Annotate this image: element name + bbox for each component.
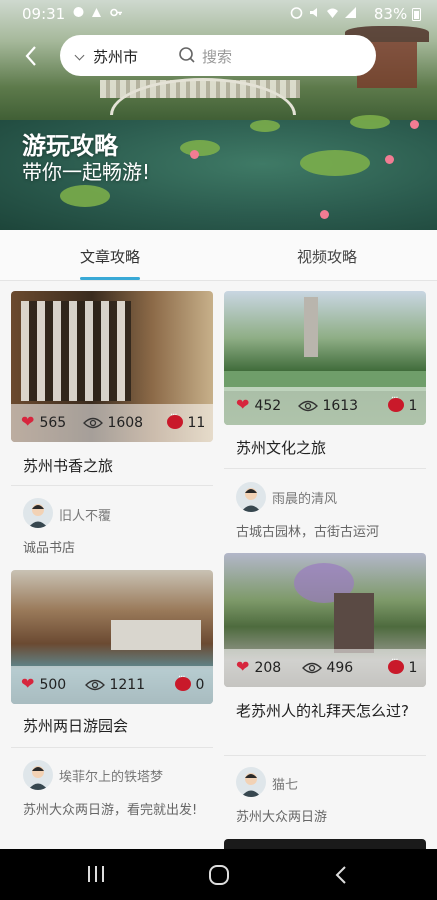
author-name: 猫七 [272, 778, 299, 793]
article-card[interactable]: ❤ 565 1608 11 苏州书香之旅 旧人不覆 诚品书店 [11, 291, 213, 561]
like-count: 452 [254, 398, 282, 414]
card-stats: ❤ 565 1608 11 [11, 404, 213, 442]
card-image: ❤ 452 1613 1 [224, 291, 426, 425]
recent-apps-icon[interactable] [86, 865, 106, 883]
signal-icon [345, 7, 356, 18]
card-stats: ❤ 500 1211 0 [11, 666, 213, 704]
card-image: ❤ 500 1211 0 [11, 570, 213, 704]
like-count: 565 [39, 415, 67, 431]
tab-articles[interactable]: 文章攻略 [80, 246, 140, 267]
status-bar: 09:31 83% [0, 0, 437, 28]
comment-icon [167, 410, 183, 429]
notification-icon [92, 8, 101, 17]
back-icon[interactable] [20, 42, 44, 70]
mute-icon [310, 8, 317, 17]
card-description: 古城古园林，古街古运河 [236, 525, 380, 540]
card-stats: ❤ 208 496 1 [224, 649, 426, 687]
comment-count: 0 [195, 677, 205, 693]
tab-videos[interactable]: 视频攻略 [297, 246, 357, 267]
eye-icon [83, 417, 103, 429]
view-count: 496 [326, 660, 354, 676]
heart-icon: ❤ [236, 395, 250, 414]
heart-icon: ❤ [236, 657, 250, 676]
view-count: 1613 [322, 398, 359, 414]
status-time: 09:31 [22, 5, 66, 23]
heart-icon: ❤ [21, 412, 35, 431]
card-title: 苏州书香之旅 [23, 457, 114, 475]
battery-level: 83% [373, 5, 408, 23]
heart-icon: ❤ [21, 674, 35, 693]
comment-count: 11 [187, 415, 206, 431]
comment-icon [175, 672, 191, 691]
search-bar[interactable]: 苏州市 搜索 [60, 35, 376, 76]
home-icon[interactable] [208, 864, 230, 886]
page-subtitle: 带你一起畅游! [22, 160, 151, 184]
article-card[interactable]: ❤ 208 496 1 老苏州人的礼拜天怎么过? 猫七 苏州大众两日游 [224, 553, 426, 849]
next-card-image [224, 839, 426, 849]
article-card[interactable]: ❤ 500 1211 0 苏州两日游园会 埃菲尔上的铁塔梦 苏州大众两日游，看完… [11, 570, 213, 849]
search-input[interactable]: 搜索 [202, 46, 232, 67]
battery-icon [412, 8, 421, 21]
qq-icon [73, 7, 84, 17]
like-count: 500 [39, 677, 67, 693]
card-stats: ❤ 452 1613 1 [224, 387, 426, 425]
author-name: 雨晨的清风 [272, 492, 338, 507]
card-title: 苏州文化之旅 [236, 439, 327, 457]
avatar [23, 498, 53, 528]
system-nav-bar [0, 849, 437, 900]
card-image: ❤ 208 496 1 [224, 553, 426, 687]
article-card[interactable]: ❤ 452 1613 1 苏州文化之旅 雨晨的清风 古城古园林，古街古运河 [224, 291, 426, 541]
card-title: 苏州两日游园会 [23, 717, 129, 735]
avatar [23, 760, 53, 790]
avatar [236, 767, 266, 797]
comment-count: 1 [408, 660, 418, 676]
author-name: 埃菲尔上的铁塔梦 [59, 770, 164, 785]
search-icon[interactable] [178, 46, 196, 64]
comment-icon [388, 655, 404, 674]
hero-banner: 09:31 83% 苏州市 搜索 游玩攻略 带你一起畅游! [0, 0, 437, 230]
comment-icon [388, 393, 404, 412]
view-count: 1211 [109, 677, 146, 693]
back-nav-icon[interactable] [334, 865, 348, 885]
card-description: 苏州大众两日游 [236, 810, 328, 825]
city-selector[interactable]: 苏州市 [74, 46, 139, 67]
wifi-icon [327, 8, 338, 18]
chevron-down-icon [74, 50, 85, 61]
tab-bar: 文章攻略 视频攻略 [0, 230, 437, 281]
card-title: 老苏州人的礼拜天怎么过? [236, 702, 409, 720]
comment-count: 1 [408, 398, 418, 414]
author-name: 旧人不覆 [59, 509, 112, 524]
tab-indicator [80, 277, 140, 280]
like-count: 208 [254, 660, 282, 676]
eye-icon [85, 679, 105, 691]
card-description: 苏州大众两日游，看完就出发! [23, 803, 198, 818]
eye-icon [298, 400, 318, 412]
eye-icon [302, 662, 322, 674]
city-label: 苏州市 [93, 48, 139, 66]
view-count: 1608 [107, 415, 144, 431]
card-image: ❤ 565 1608 11 [11, 291, 213, 442]
card-description: 诚品书店 [23, 541, 76, 556]
alarm-icon [290, 7, 303, 19]
avatar [236, 482, 266, 512]
key-icon [110, 8, 122, 17]
